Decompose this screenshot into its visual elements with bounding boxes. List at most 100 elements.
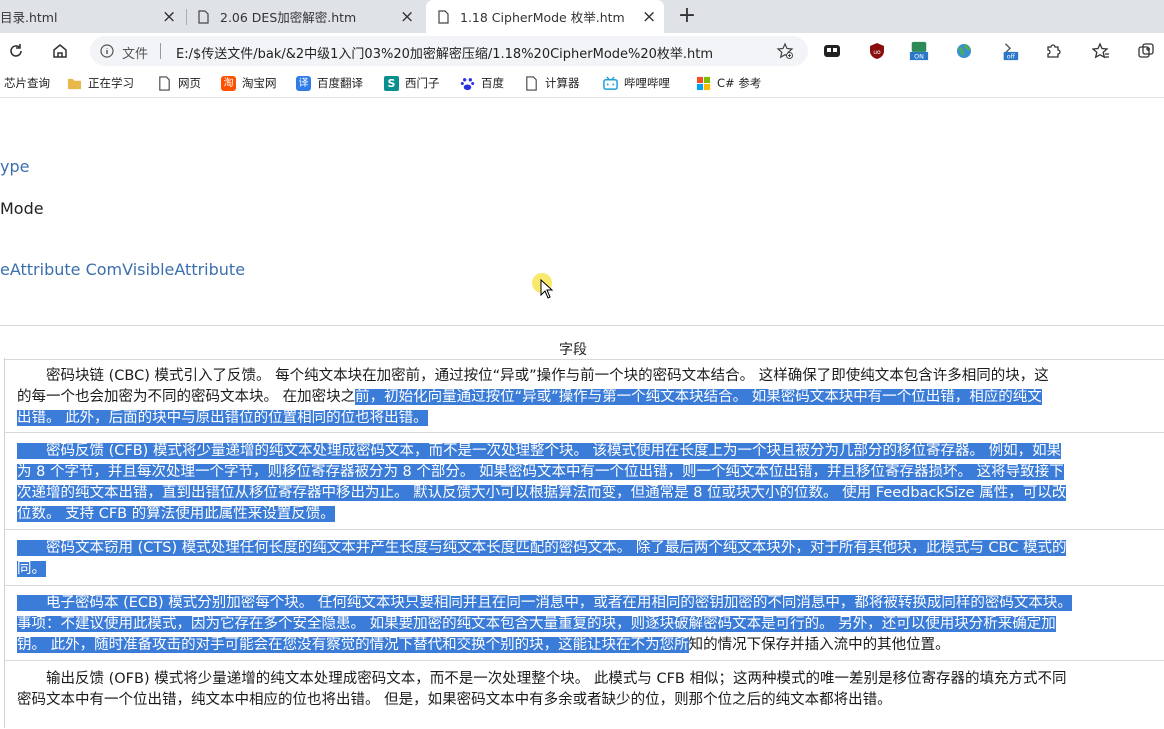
bookmark-label: C# 参考 [717, 76, 762, 90]
bookmark-label: 西门子 [405, 76, 440, 90]
text-line: 钥。 此外，随时准备攻击的对手可能会在您没有察觉的情况下替代和交换个别的块，这能… [17, 635, 950, 656]
bookmark-label: 正在学习 [88, 76, 134, 90]
text-line: 次递增的纯文本出错，直到出错位从移位寄存器中移出为止。 默认反馈大小可以根据算法… [17, 483, 1067, 504]
selected-text: 密码文本窃用 (CTS) 模式处理任何长度的纯文本并产生长度与纯文本长度匹配的密… [17, 540, 1067, 556]
extensions-icon[interactable] [1043, 41, 1063, 61]
tab-icon[interactable] [822, 41, 842, 61]
page-content: ype Mode eAttribute ComVisibleAttribute … [0, 98, 1164, 728]
text-line: 的每一个也会加密为不同的密码文本块。 在加密块之前，初始化向量通过按位“异或”操… [17, 387, 1042, 408]
taobao-icon: 淘 [221, 75, 236, 91]
on-extension-icon[interactable]: ON [909, 41, 929, 61]
bookmark-siemens[interactable]: S 西门子 [384, 75, 440, 91]
off-extension-icon[interactable]: off [1000, 41, 1020, 61]
file-label: 文件 [122, 47, 149, 62]
text-line: 密码文本中有一个位出错，纯文本中相应的位也将出错。 但是，如果密码文本中有多余或… [17, 690, 892, 711]
table-row-cfb: 密码反馈 (CFB) 模式将少量递增的纯文本处理成密码文本，而不是一次处理整个块… [5, 432, 1164, 529]
bookmark-label: 淘宝网 [242, 76, 277, 90]
selected-text: 出错。 此外，后面的块中与原出错位的位置相同的位也将出错。 [17, 410, 428, 426]
tab-des[interactable]: 2.06 DES加密解密.htm × [188, 0, 422, 33]
bookmark-web[interactable]: 网页 [157, 75, 201, 91]
type-link[interactable]: ype [0, 157, 29, 176]
siemens-icon: S [384, 75, 399, 91]
attributes-link[interactable]: eAttribute ComVisibleAttribute [0, 260, 245, 279]
selected-text: 密码反馈 (CFB) 模式将少量递增的纯文本处理成密码文本，而不是一次处理整个块… [17, 443, 1062, 459]
selected-text: 次递增的纯文本出错，直到出错位从移位寄存器中移出为止。 默认反馈大小可以根据算法… [17, 485, 1067, 501]
selected-text: 电子密码本 (ECB) 模式分别加密每个块。 任何纯文本块只要相同并且在同一消息… [17, 595, 1072, 611]
text-line: 同。 [17, 559, 46, 580]
url-text[interactable]: E:/$传送文件/bak/&2中级1入门03%20加密解密压缩/1.18%20C… [176, 43, 713, 62]
mouse-cursor-icon [540, 279, 554, 299]
text-line: 为 8 个字节，并且每次处理一个字节，则移位寄存器被分为 8 个部分。 如果密码… [17, 462, 1064, 483]
bookmark-label: 哔哩哔哩 [624, 76, 670, 90]
mode-text: Mode [0, 199, 44, 218]
table-row-ecb: 电子密码本 (ECB) 模式分别加密每个块。 任何纯文本块只要相同并且在同一消息… [5, 585, 1164, 660]
bookmark-label: 计算器 [545, 76, 580, 90]
text-line: 事项：不建议使用此模式，因为它存在多个安全隐患。 如果要加密的纯文本包含大量重复… [17, 614, 1056, 635]
column-header: 字段 [559, 342, 587, 358]
line-text: 密码文本中有一个位出错，纯文本中相应的位也将出错。 但是，如果密码文本中有多余或… [17, 692, 892, 708]
selected-text: 为 8 个字节，并且每次处理一个字节，则移位寄存器被分为 8 个部分。 如果密码… [17, 464, 1064, 480]
bookmark-chip-query[interactable]: 芯片查询 [4, 75, 50, 91]
page-icon [438, 9, 449, 24]
line-text: 知的情况下保存并插入流中的其他位置。 [688, 637, 950, 653]
folder-icon [67, 78, 82, 89]
svg-text:off: off [1007, 54, 1016, 61]
bookmark-learning[interactable]: 正在学习 [67, 75, 134, 91]
text-line: 密码块链 (CBC) 模式引入了反馈。 每个纯文本块在加密前，通过按位“异或”操… [17, 366, 1049, 387]
text-line: 出错。 此外，后面的块中与原出错位的位置相同的位也将出错。 [17, 408, 428, 429]
line-text: 的每一个也会加密为不同的密码文本块。 在加密块之 [17, 389, 356, 405]
page-icon [526, 75, 537, 91]
navigation-bar: 文件 E:/$传送文件/bak/&2中级1入门03%20加密解密压缩/1.18%… [0, 33, 1164, 69]
info-icon[interactable] [100, 44, 114, 58]
tab-label: 目录.html [0, 10, 58, 25]
tab-label: 2.06 DES加密解密.htm [220, 10, 357, 25]
tab-label: 1.18 CipherMode 枚举.htm [460, 10, 625, 25]
text-line: 密码反馈 (CFB) 模式将少量递增的纯文本处理成密码文本，而不是一次处理整个块… [17, 441, 1062, 462]
bookmark-taobao[interactable]: 淘 淘宝网 [221, 75, 277, 91]
selected-text: 位数。 支持 CFB 的算法使用此属性来设置反馈。 [17, 506, 335, 522]
tab-strip: 目录.html × 2.06 DES加密解密.htm × 1.18 Cipher… [0, 0, 1164, 33]
text-line: 位数。 支持 CFB 的算法使用此属性来设置反馈。 [17, 504, 335, 525]
ublock-icon[interactable]: uo [867, 41, 887, 61]
selected-text: 同。 [17, 561, 46, 577]
home-icon[interactable] [48, 39, 72, 63]
svg-text:ON: ON [914, 54, 924, 61]
text-line: 输出反馈 (OFB) 模式将少量递增的纯文本处理成密码文本，而不是一次处理整个块… [17, 669, 1066, 690]
bookmark-baidu[interactable]: 百度 [460, 75, 504, 91]
close-icon[interactable]: × [162, 8, 176, 25]
bookmark-label: 百度 [481, 76, 504, 90]
tab-separator [186, 9, 187, 25]
page-icon [198, 9, 209, 24]
tab-ciphermode[interactable]: 1.18 CipherMode 枚举.htm × [426, 0, 664, 33]
bookmark-label: 芯片查询 [4, 76, 50, 90]
bookmark-bilibili[interactable]: 哔哩哔哩 [603, 75, 670, 91]
table-row-cts: 密码文本窃用 (CTS) 模式处理任何长度的纯文本并产生长度与纯文本长度匹配的密… [5, 529, 1164, 585]
close-icon[interactable]: × [642, 8, 656, 25]
line-text: 输出反馈 (OFB) 模式将少量递增的纯文本处理成密码文本，而不是一次处理整个块… [17, 671, 1067, 687]
baidu-translate-icon: 译 [296, 75, 311, 91]
divider [0, 325, 1164, 326]
text-line: 密码文本窃用 (CTS) 模式处理任何长度的纯文本并产生长度与纯文本长度匹配的密… [17, 538, 1067, 559]
refresh-icon[interactable] [4, 39, 28, 63]
address-bar[interactable]: 文件 E:/$传送文件/bak/&2中级1入门03%20加密解密压缩/1.18%… [90, 36, 808, 66]
divider [160, 43, 161, 59]
favorites-icon[interactable] [1091, 41, 1111, 61]
tab-catalog[interactable]: 目录.html × [0, 0, 184, 33]
bilibili-icon [603, 75, 618, 90]
bookmark-baidu-translate[interactable]: 译 百度翻译 [296, 75, 363, 91]
line-text: 密码块链 (CBC) 模式引入了反馈。 每个纯文本块在加密前，通过按位“异或”操… [17, 368, 1049, 384]
selected-text: 钥。 此外，随时准备攻击的对手可能会在您没有察觉的情况下替代和交换个别的块，这能… [17, 637, 689, 653]
svg-text:uo: uo [873, 49, 881, 56]
selected-text: 事项：不建议使用此模式，因为它存在多个安全隐患。 如果要加密的纯文本包含大量重复… [17, 616, 1056, 632]
close-icon[interactable]: × [400, 8, 414, 25]
page-icon [159, 75, 170, 91]
bookmark-csharp-ref[interactable]: C# 参考 [696, 75, 761, 91]
microsoft-icon [696, 76, 711, 90]
bookmark-calculator[interactable]: 计算器 [524, 75, 580, 91]
add-favorite-icon[interactable] [776, 42, 794, 60]
baidu-icon [460, 77, 475, 90]
new-tab-icon[interactable]: + [674, 3, 700, 29]
collections-icon[interactable] [1136, 41, 1156, 61]
globe-extension-icon[interactable] [954, 41, 974, 61]
bookmark-label: 百度翻译 [317, 76, 363, 90]
